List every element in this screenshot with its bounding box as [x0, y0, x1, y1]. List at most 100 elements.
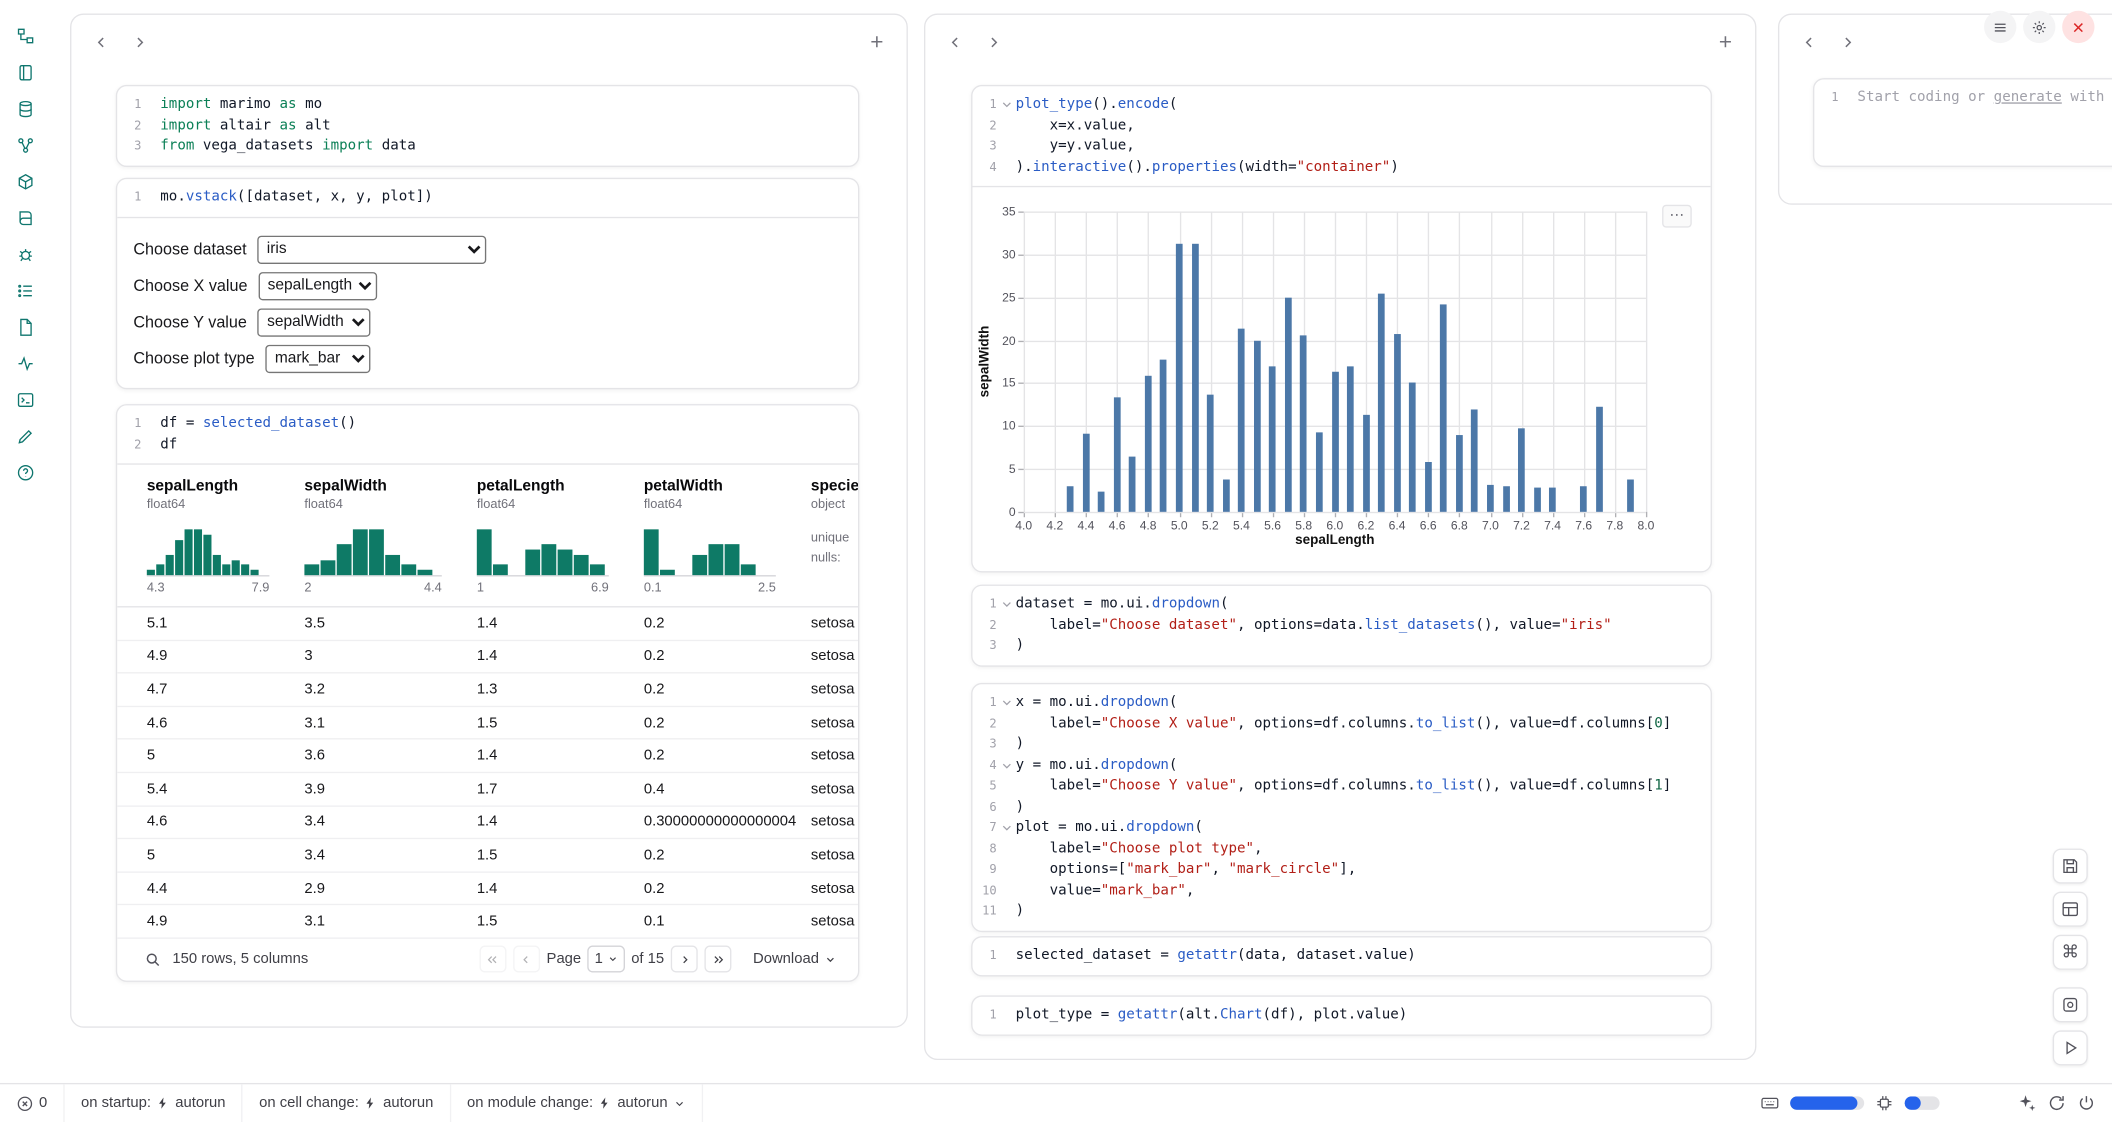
- ai-sparkles-icon[interactable]: [2018, 1094, 2037, 1113]
- package-icon[interactable]: [8, 164, 43, 199]
- chart-bar: [1254, 341, 1261, 512]
- dependency-graph-icon[interactable]: [8, 128, 43, 163]
- runtime-on-cell-change[interactable]: on cell change: autorun: [243, 1084, 451, 1122]
- table-cell: 1.4: [477, 748, 644, 764]
- close-icon[interactable]: [2062, 11, 2094, 43]
- fold-chevron-icon[interactable]: [997, 755, 1016, 776]
- code-editor[interactable]: 1plot_type().encode(2 x=x.value,3 y=y.va…: [972, 86, 1710, 186]
- fold-chevron-icon[interactable]: [997, 818, 1016, 839]
- docs-icon[interactable]: [8, 201, 43, 236]
- altair-chart[interactable]: sepalWidth sepalLength ⋯ 4.04.24.44.64.8…: [972, 186, 1710, 571]
- x-tick-label: 5.2: [1202, 519, 1219, 532]
- column-move-left-button[interactable]: [88, 28, 115, 55]
- next-page-button[interactable]: [671, 946, 698, 973]
- runtime-on-startup[interactable]: on startup: autorun: [65, 1084, 243, 1122]
- column-move-left-button[interactable]: [1795, 28, 1822, 55]
- code-editor[interactable]: 1selected_dataset = getattr(data, datase…: [972, 937, 1710, 974]
- download-button[interactable]: Download: [753, 952, 836, 968]
- code-line: 3): [972, 734, 1710, 755]
- code-line: 1mo.vstack([dataset, x, y, plot]): [117, 187, 858, 208]
- code-editor[interactable]: 1dataset = mo.ui.dropdown(2 label="Choos…: [972, 586, 1710, 665]
- column-header[interactable]: speciesobjectuniquenulls:: [811, 478, 859, 595]
- table-cell: 0.30000000000000004: [644, 814, 811, 830]
- error-indicator[interactable]: 0: [0, 1084, 65, 1122]
- add-cell-button[interactable]: [863, 28, 890, 55]
- line-number: 3: [972, 636, 996, 657]
- code-editor[interactable]: 1df = selected_dataset()2df: [117, 405, 858, 463]
- save-button[interactable]: [2053, 849, 2088, 884]
- table-cell: 0.2: [644, 847, 811, 863]
- x-tick-label: 5.0: [1171, 519, 1188, 532]
- runtime-on-module-change[interactable]: on module change: autorun: [451, 1084, 703, 1122]
- fold-chevron-icon[interactable]: [997, 94, 1016, 115]
- plot-type-select[interactable]: mark_bar: [265, 344, 370, 372]
- scratchpad-button[interactable]: [2053, 987, 2088, 1022]
- chart-bar: [1207, 394, 1214, 512]
- line-number: 2: [117, 434, 141, 455]
- notebook-icon[interactable]: [8, 55, 43, 90]
- column-move-left-button[interactable]: [942, 28, 969, 55]
- table-cell: 0.2: [644, 648, 811, 664]
- table-cell: 3: [304, 648, 476, 664]
- tracing-icon[interactable]: [8, 346, 43, 381]
- column-header[interactable]: petalLengthfloat6416.9: [477, 478, 644, 595]
- code-editor[interactable]: 1import marimo as mo2import altair as al…: [117, 86, 858, 165]
- file-tree-icon[interactable]: [8, 19, 43, 54]
- generate-with-ai-link[interactable]: generate: [1994, 89, 2062, 105]
- column-header[interactable]: sepalLengthfloat644.37.9: [147, 478, 305, 595]
- search-icon[interactable]: [144, 951, 162, 969]
- menu-icon[interactable]: [1984, 11, 2016, 43]
- code-editor[interactable]: 1plot_type = getattr(alt.Chart(df), plot…: [972, 997, 1710, 1034]
- keyboard-shortcuts-button[interactable]: ⌘: [2053, 935, 2088, 970]
- fold-chevron-icon[interactable]: [997, 692, 1016, 713]
- code-editor[interactable]: 1mo.vstack([dataset, x, y, plot]): [117, 179, 858, 216]
- last-page-button[interactable]: [705, 946, 732, 973]
- code-text: ): [1016, 901, 1025, 922]
- column-header[interactable]: petalWidthfloat640.12.5: [644, 478, 811, 595]
- snippets-icon[interactable]: [8, 310, 43, 345]
- x-tick-label: 5.6: [1264, 519, 1281, 532]
- chart-options-button[interactable]: ⋯: [1662, 205, 1692, 228]
- cpu-chip-icon: [1875, 1094, 1894, 1113]
- code-text: x = mo.ui.dropdown(: [1016, 692, 1178, 713]
- keyboard-icon[interactable]: [1760, 1094, 1779, 1113]
- line-number: 1: [1814, 88, 1838, 109]
- line-number: 6: [972, 797, 996, 818]
- line-number: 4: [972, 755, 996, 776]
- column-move-right-button[interactable]: [1833, 28, 1860, 55]
- database-icon[interactable]: [8, 92, 43, 127]
- add-cell-button[interactable]: [1712, 28, 1739, 55]
- code-editor[interactable]: 1x = mo.ui.dropdown(2 label="Choose X va…: [972, 684, 1710, 930]
- layout-button[interactable]: [2053, 892, 2088, 927]
- shutdown-icon[interactable]: [2077, 1094, 2096, 1113]
- outline-icon[interactable]: [8, 273, 43, 308]
- dataset-select[interactable]: iris: [257, 235, 486, 263]
- help-icon[interactable]: [8, 455, 43, 490]
- column-move-right-button[interactable]: [125, 28, 152, 55]
- edit-icon[interactable]: [8, 419, 43, 454]
- editor-placeholder: Start coding or generate with AI: [1857, 88, 2112, 109]
- y-value-select[interactable]: sepalWidth: [258, 308, 371, 336]
- page-select[interactable]: 1: [588, 946, 625, 973]
- x-tick-label: 5.4: [1233, 519, 1250, 532]
- table-cell: 4.9: [147, 648, 305, 664]
- x-tick-label: 4.2: [1046, 519, 1063, 532]
- prev-page-button[interactable]: [513, 946, 540, 973]
- chart-bar: [1487, 484, 1494, 511]
- bug-icon[interactable]: [8, 237, 43, 272]
- terminal-icon[interactable]: [8, 383, 43, 418]
- column-header[interactable]: sepalWidthfloat6424.4: [304, 478, 476, 595]
- x-value-select[interactable]: sepalLength: [258, 271, 377, 299]
- code-editor[interactable]: 1 Start coding or generate with AI: [1814, 79, 2112, 116]
- fold-chevron-icon[interactable]: [997, 594, 1016, 615]
- column-move-right-button[interactable]: [979, 28, 1006, 55]
- first-page-button[interactable]: [479, 946, 506, 973]
- table-footer: 150 rows, 5 columns Page 1 of 15 Downloa…: [117, 939, 858, 981]
- gear-icon[interactable]: [2023, 11, 2055, 43]
- table-row: 5.43.91.70.4setosa: [117, 773, 858, 806]
- line-number: 2: [972, 615, 996, 636]
- page-of-label: of 15: [631, 952, 664, 968]
- run-all-button[interactable]: [2053, 1030, 2088, 1065]
- restart-kernel-icon[interactable]: [2047, 1094, 2066, 1113]
- vstack-output: Choose dataset iris Choose X value sepal…: [117, 216, 858, 387]
